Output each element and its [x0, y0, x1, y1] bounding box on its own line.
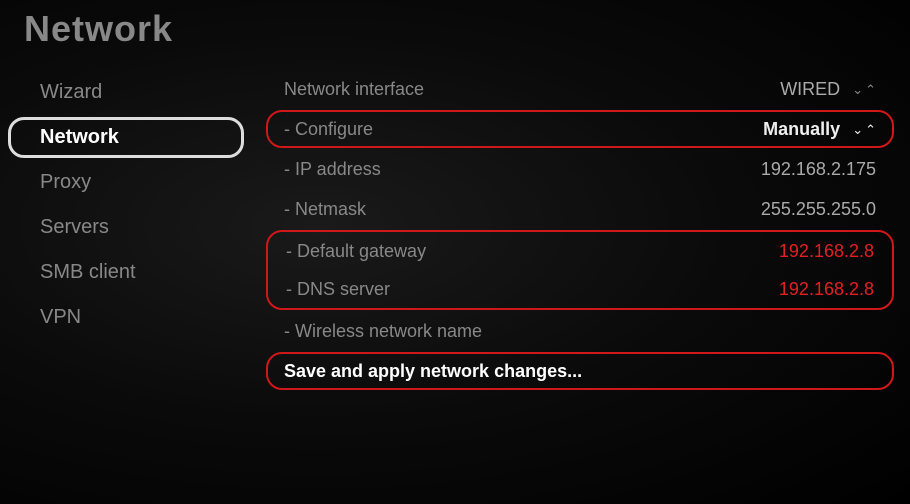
row-value: 255.255.255.0: [761, 199, 876, 220]
row-network-interface[interactable]: Network interface WIRED ⌄ ⌃: [266, 70, 894, 108]
row-dns-server[interactable]: - DNS server 192.168.2.8: [268, 270, 892, 308]
row-label: - DNS server: [286, 279, 779, 300]
select-arrows-icon: ⌄ ⌃: [852, 123, 876, 136]
sidebar-item-label: Network: [40, 126, 119, 148]
row-value: 192.168.2.8: [779, 279, 874, 300]
sidebar-item-label: Proxy: [40, 171, 91, 193]
main-container: Wizard Network Proxy Servers SMB client …: [0, 68, 910, 504]
row-default-gateway[interactable]: - Default gateway 192.168.2.8: [268, 232, 892, 270]
row-group-highlighted: - Default gateway 192.168.2.8 - DNS serv…: [266, 230, 894, 310]
row-label: - Netmask: [284, 199, 761, 220]
row-value: Manually: [763, 119, 840, 140]
row-netmask[interactable]: - Netmask 255.255.255.0: [266, 190, 894, 228]
row-value-container: Manually ⌄ ⌃: [763, 119, 876, 140]
page-title: Network: [24, 8, 173, 50]
sidebar-item-wizard[interactable]: Wizard: [8, 72, 244, 113]
row-label: Save and apply network changes...: [284, 361, 876, 382]
chevron-up-icon: ⌃: [865, 123, 876, 136]
sidebar-item-proxy[interactable]: Proxy: [8, 162, 244, 203]
row-value: WIRED: [780, 79, 840, 100]
save-apply-button[interactable]: Save and apply network changes...: [266, 352, 894, 390]
row-label: - Default gateway: [286, 241, 779, 262]
row-wireless-name[interactable]: - Wireless network name: [266, 312, 894, 350]
select-arrows-icon: ⌄ ⌃: [852, 83, 876, 96]
row-ip-address[interactable]: - IP address 192.168.2.175: [266, 150, 894, 188]
sidebar: Wizard Network Proxy Servers SMB client …: [0, 68, 260, 504]
chevron-up-icon: ⌃: [865, 83, 876, 96]
chevron-down-icon: ⌄: [852, 123, 863, 136]
row-label: - IP address: [284, 159, 761, 180]
main-panel: Network interface WIRED ⌄ ⌃ - Configure …: [260, 68, 910, 504]
sidebar-item-smb-client[interactable]: SMB client: [8, 252, 244, 293]
sidebar-item-network[interactable]: Network: [8, 117, 244, 158]
row-value: 192.168.2.8: [779, 241, 874, 262]
sidebar-item-servers[interactable]: Servers: [8, 207, 244, 248]
chevron-down-icon: ⌄: [852, 83, 863, 96]
row-value-container: WIRED ⌄ ⌃: [780, 79, 876, 100]
row-value: 192.168.2.175: [761, 159, 876, 180]
row-label: - Configure: [284, 119, 763, 140]
row-configure[interactable]: - Configure Manually ⌄ ⌃: [266, 110, 894, 148]
sidebar-item-label: Servers: [40, 216, 109, 238]
sidebar-item-label: Wizard: [40, 81, 102, 103]
row-label: Network interface: [284, 79, 780, 100]
sidebar-item-vpn[interactable]: VPN: [8, 297, 244, 338]
sidebar-item-label: SMB client: [40, 261, 136, 283]
sidebar-item-label: VPN: [40, 306, 81, 328]
row-label: - Wireless network name: [284, 321, 876, 342]
